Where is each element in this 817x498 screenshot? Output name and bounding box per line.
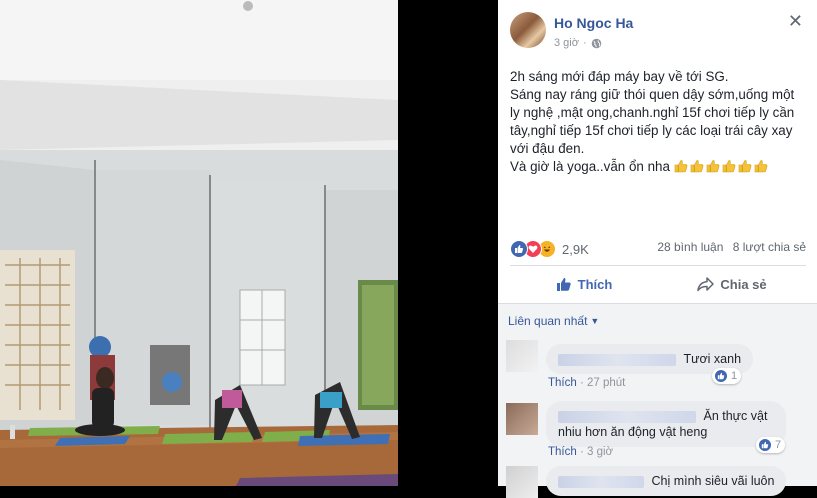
commenter-avatar[interactable] xyxy=(506,403,538,435)
like-label: Thích xyxy=(577,276,613,292)
post-photo[interactable] xyxy=(0,0,398,486)
comment-bubble: Chị mình siêu vãi luôn xyxy=(546,466,787,496)
thumbs-up-emoji-icon xyxy=(706,160,720,173)
like-reaction-icon xyxy=(758,438,772,452)
like-button[interactable]: Thích xyxy=(510,268,658,300)
comment-meta: Thích · 27 phút xyxy=(548,377,625,389)
post-meta: 3 giờ · xyxy=(554,37,602,49)
thumbs-up-emoji-icon xyxy=(754,160,768,173)
author-avatar[interactable] xyxy=(510,12,546,48)
comment-reactions[interactable]: 1 xyxy=(712,368,742,384)
comment-like-count: 7 xyxy=(775,439,782,451)
comment-count[interactable]: 28 bình luận xyxy=(657,240,723,254)
thumbs-up-emoji-icon xyxy=(738,160,752,173)
thumbs-up-icon xyxy=(556,277,571,291)
divider xyxy=(510,265,806,266)
comment-meta: Thích · 3 giờ xyxy=(548,446,613,458)
comment-share-counts: 28 bình luận 8 lượt chia sẻ xyxy=(657,240,806,254)
globe-icon[interactable] xyxy=(591,38,602,49)
share-arrow-icon xyxy=(697,276,715,291)
comment-time[interactable]: 27 phút xyxy=(587,377,625,389)
post-time[interactable]: 3 giờ xyxy=(554,37,579,49)
sort-label: Liên quan nhất xyxy=(508,314,588,328)
commenter-name[interactable] xyxy=(558,410,696,423)
thumbs-up-emoji-icon xyxy=(690,160,704,173)
post-panel: Ho Ngoc Ha 3 giờ · ✕ 2h sáng mới đáp máy… xyxy=(498,0,817,498)
post-text: 2h sáng mới đáp máy bay về tới SG. Sáng … xyxy=(510,68,806,176)
thumbs-up-emojis xyxy=(674,159,770,174)
separator-dot: · xyxy=(579,446,587,458)
comment-reactions[interactable]: 7 xyxy=(756,437,786,453)
post-actions: Thích Chia sẻ xyxy=(510,268,806,300)
post-line-3-text: Và giờ là yoga..vẫn ổn nha xyxy=(510,159,670,174)
share-count[interactable]: 8 lượt chia sẻ xyxy=(733,240,806,254)
reaction-summary[interactable]: 2,9K xyxy=(510,240,589,258)
caret-down-icon: ▼ xyxy=(590,316,600,326)
commenter-name[interactable] xyxy=(558,353,676,366)
post-line-1: 2h sáng mới đáp máy bay về tới SG. xyxy=(510,69,729,84)
comment-like-link[interactable]: Thích xyxy=(548,377,577,389)
thumbs-up-emoji-icon xyxy=(722,160,736,173)
comment-bubble: Ăn thực vật nhiu hơn ăn động vật heng xyxy=(546,401,786,447)
photo-viewer[interactable] xyxy=(0,0,498,486)
commenter-avatar[interactable] xyxy=(506,340,538,372)
comment-like-count: 1 xyxy=(731,370,738,382)
comment-like-link[interactable]: Thích xyxy=(548,446,577,458)
yoga-room-image xyxy=(0,0,398,486)
like-reaction-icon xyxy=(510,240,528,258)
author-name[interactable]: Ho Ngoc Ha xyxy=(554,15,633,31)
share-button[interactable]: Chia sẻ xyxy=(658,268,806,300)
reaction-stats: 2,9K 28 bình luận 8 lượt chia sẻ xyxy=(510,238,806,258)
separator-dot: · xyxy=(582,37,587,49)
post-line-2: Sáng nay ráng giữ thói quen dậy sớm,uống… xyxy=(510,87,795,156)
separator-dot: · xyxy=(579,377,587,389)
commenter-avatar[interactable] xyxy=(506,466,538,498)
thumbs-up-emoji-icon xyxy=(674,160,688,173)
comment-sort-dropdown[interactable]: Liên quan nhất ▼ xyxy=(508,314,599,328)
close-icon[interactable]: ✕ xyxy=(788,12,803,30)
comment-time[interactable]: 3 giờ xyxy=(587,446,613,458)
like-reaction-icon xyxy=(714,369,728,383)
post-line-3: Và giờ là yoga..vẫn ổn nha xyxy=(510,158,806,176)
comment-text: Tươi xanh xyxy=(683,352,742,366)
comments-section xyxy=(498,304,817,486)
reaction-count: 2,9K xyxy=(562,241,589,257)
share-label: Chia sẻ xyxy=(720,276,767,292)
